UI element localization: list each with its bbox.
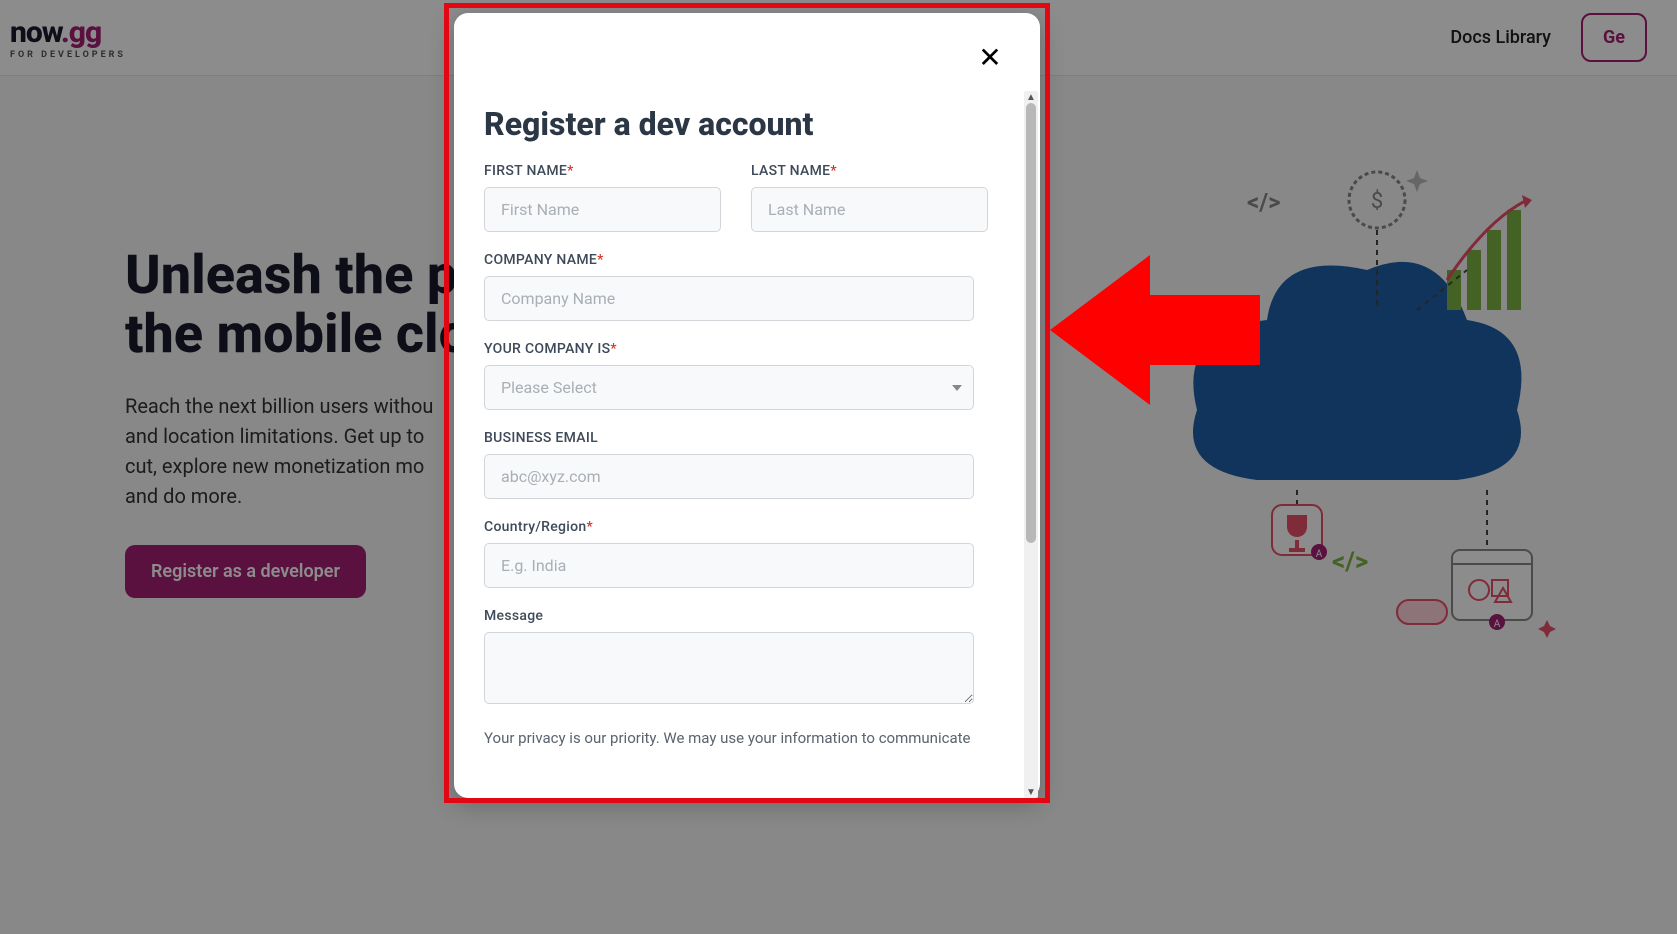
message-label: Message <box>484 608 974 624</box>
business-email-field-group: BUSINESS EMAIL <box>484 430 974 499</box>
business-email-label: BUSINESS EMAIL <box>484 430 974 446</box>
company-type-select-wrap: Please Select <box>484 365 974 410</box>
company-type-select[interactable]: Please Select <box>484 365 974 410</box>
company-name-field-group: COMPANY NAME* <box>484 252 974 321</box>
company-name-label: COMPANY NAME* <box>484 252 974 268</box>
register-modal: ✕ Register a dev account FIRST NAME* LAS… <box>454 13 1040 798</box>
privacy-notice: Your privacy is our priority. We may use… <box>484 728 974 749</box>
country-input[interactable] <box>484 543 974 588</box>
close-icon: ✕ <box>978 41 1001 74</box>
message-field-group: Message <box>484 608 974 704</box>
country-label: Country/Region* <box>484 519 974 535</box>
modal-scrollbar[interactable]: ▲ ▼ <box>1024 91 1038 798</box>
scroll-up-arrow-icon[interactable]: ▲ <box>1024 91 1038 103</box>
message-textarea[interactable] <box>484 632 974 704</box>
first-name-field-group: FIRST NAME* <box>484 163 721 232</box>
last-name-input[interactable] <box>751 187 988 232</box>
country-field-group: Country/Region* <box>484 519 974 588</box>
business-email-input[interactable] <box>484 454 974 499</box>
last-name-field-group: LAST NAME* <box>751 163 988 232</box>
modal-close-wrap: ✕ <box>454 13 1040 91</box>
first-name-input[interactable] <box>484 187 721 232</box>
scroll-thumb[interactable] <box>1026 103 1036 543</box>
scroll-down-arrow-icon[interactable]: ▼ <box>1024 786 1038 798</box>
modal-scroll-area: Register a dev account FIRST NAME* LAST … <box>454 91 1040 798</box>
close-button[interactable]: ✕ <box>976 43 1004 71</box>
register-form: Register a dev account FIRST NAME* LAST … <box>454 91 1024 798</box>
last-name-label: LAST NAME* <box>751 163 988 179</box>
first-name-label: FIRST NAME* <box>484 163 721 179</box>
modal-title: Register a dev account <box>484 105 974 143</box>
company-type-label: YOUR COMPANY IS* <box>484 341 974 357</box>
company-name-input[interactable] <box>484 276 974 321</box>
company-type-field-group: YOUR COMPANY IS* Please Select <box>484 341 974 410</box>
